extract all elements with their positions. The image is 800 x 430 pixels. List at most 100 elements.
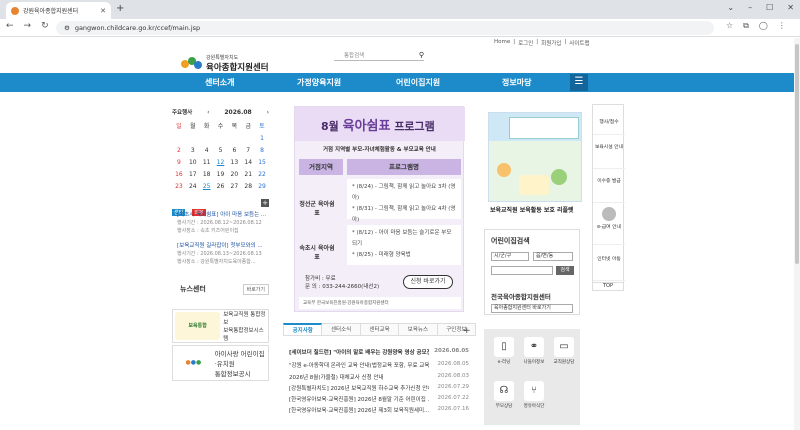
tab-center-news[interactable]: 센터소식	[322, 323, 361, 336]
calendar-day[interactable]: 24	[186, 183, 200, 190]
nav-daycare[interactable]: 어린이집지원	[396, 77, 440, 88]
calendar-day[interactable]: 20	[227, 171, 241, 178]
banner-childcare-system[interactable]: 보육통합 보육교직원 통합정보 보육통합정보시스템	[172, 309, 269, 343]
util-home[interactable]: Home	[494, 39, 510, 47]
calendar-day[interactable]: 17	[186, 171, 200, 178]
address-bar[interactable]: ⚙ gangwon.childcare.go.kr/ccef/main.jsp	[56, 21, 714, 35]
calendar-day[interactable]: 7	[241, 147, 255, 154]
board-item[interactable]: [세이브더 칠드런] "아이의 말로 배우는 강원양육 영상 공모전... 202…	[289, 348, 469, 356]
nav-info[interactable]: 정보마당	[502, 77, 531, 88]
all-menu-icon[interactable]: ☰	[570, 74, 588, 91]
event-item[interactable]: [속초시 육아쉼표] 아이 마음 보듬는 ... 행사기간 : 2026.08.…	[177, 211, 271, 235]
side-pay[interactable]: e-급여 안내	[593, 223, 625, 245]
town-select[interactable]: 읍/면/동	[533, 252, 573, 261]
side-internet[interactable]: 인터넷 아동	[593, 251, 625, 281]
quick-parent-counsel[interactable]: ☊ 부모상담	[492, 381, 516, 409]
browser-tab[interactable]: 강원육아종합지원센터 ✕	[6, 2, 111, 19]
util-sitemap[interactable]: 사이트맵	[569, 39, 589, 47]
extensions-icon[interactable]: ⧉	[743, 21, 749, 31]
side-event[interactable]: 행사/접수	[593, 111, 625, 135]
center-select[interactable]: 육아종합지원센터 바로가기	[491, 304, 573, 313]
calendar-day[interactable]: 29	[255, 183, 269, 190]
news-more-button[interactable]: 바로가기	[242, 284, 269, 295]
chevron-down-icon[interactable]: ⌄	[727, 3, 734, 12]
side-facility[interactable]: 보육시설 안내	[593, 139, 625, 169]
menu-kebab-icon[interactable]: ⋮	[778, 21, 786, 31]
calendar-day[interactable]: 27	[227, 183, 241, 190]
col-program-header: 프로그램명	[347, 159, 461, 175]
banner-isarang[interactable]: ●●● 아이사랑 어린이집·유치원 통합정보공시	[172, 345, 269, 381]
quick-staff-counsel[interactable]: ▭ 교직원상담	[552, 337, 576, 365]
minimize-icon[interactable]: –	[748, 3, 752, 12]
board-more-icon[interactable]: +	[463, 326, 471, 336]
calendar-day[interactable]: 19	[214, 171, 228, 178]
bookmark-star-icon[interactable]: ☆	[726, 21, 733, 31]
close-tab-icon[interactable]: ✕	[100, 7, 106, 15]
quick-meal[interactable]: ⑂ 영유아식단	[522, 381, 546, 409]
calendar-day[interactable]: 16	[172, 171, 186, 178]
tab-notice[interactable]: 공지사항	[283, 323, 323, 336]
forward-icon[interactable]: →	[24, 21, 32, 31]
new-tab-icon[interactable]: +	[116, 3, 124, 14]
close-window-icon[interactable]: ✕	[787, 3, 794, 12]
calendar-day[interactable]: 15	[255, 159, 269, 166]
tab-childcare-news[interactable]: 보육뉴스	[399, 323, 438, 336]
calendar-day[interactable]: 21	[241, 171, 255, 178]
calendar-day[interactable]: 8	[255, 147, 269, 154]
calendar-day[interactable]: 1	[255, 135, 269, 142]
side-certificate[interactable]: 이수증 발급	[593, 173, 625, 203]
prev-month-icon[interactable]: ‹	[207, 109, 209, 116]
calendar-day[interactable]: 3	[186, 147, 200, 154]
calendar-day[interactable]: 13	[227, 159, 241, 166]
calendar-day[interactable]: 22	[255, 171, 269, 178]
board-item[interactable]: "강원 e-아동학대 온라인 교육 안내(법정교육 포함, 무료 교육) 2026…	[289, 361, 469, 369]
calendar-day[interactable]: 10	[186, 159, 200, 166]
site-info-icon[interactable]: ⚙	[64, 24, 70, 32]
calendar-day[interactable]: 6	[227, 147, 241, 154]
top-button[interactable]: TOP	[592, 282, 624, 291]
scrollbar-thumb[interactable]	[795, 44, 799, 264]
quick-outing[interactable]: ⚭ 나들이정보	[522, 337, 546, 365]
nav-home-care[interactable]: 가정양육지원	[297, 77, 341, 88]
daycare-search-title: 어린이집검색	[491, 237, 530, 245]
tab-center-edu[interactable]: 센터교육	[360, 323, 400, 336]
leaflet-banner-image[interactable]	[488, 112, 582, 202]
calendar-day[interactable]: 2	[172, 147, 186, 154]
daycare-name-input[interactable]	[491, 266, 553, 275]
calendar-day[interactable]: 5	[214, 147, 228, 154]
calendar-day[interactable]: 28	[241, 183, 255, 190]
calendar-day[interactable]: 9	[172, 159, 186, 166]
back-icon[interactable]: ←	[6, 21, 14, 31]
program-poster[interactable]: 8월 육아쉼표 프로그램 거점 지역별 부모-자녀체험활동 & 부모교육 안내 …	[294, 106, 465, 312]
district-select[interactable]: 시/군/구	[491, 252, 529, 261]
maximize-icon[interactable]: ☐	[766, 3, 773, 12]
quick-elearning[interactable]: ▯ e-러닝	[492, 337, 516, 365]
event-item[interactable]: [보육교직원 길라잡이] 첫부모와의 ... 행사기간 : 2026.08.13…	[177, 242, 271, 266]
search-icon[interactable]: ⚲	[419, 51, 424, 59]
calendar-day[interactable]: 23	[172, 183, 186, 190]
profile-icon[interactable]: ◯	[759, 21, 768, 31]
calendar-day[interactable]: 11	[200, 159, 214, 166]
leaflet-caption[interactable]: 보육교직원 보육활동 보호 리플렛	[490, 205, 574, 214]
board-item[interactable]: 2026년 8월(가을철) 대체교사 신청 안내 2026.08.03	[289, 373, 469, 381]
search-input[interactable]: 통합검색 ⚲	[334, 50, 424, 61]
banner-text: 아이사랑 어린이집·유치원 통합정보공시	[214, 350, 265, 378]
calendar-day[interactable]: 12	[214, 159, 228, 166]
board-item[interactable]: [한국영유아보육·교육진흥원] 2026년 제3회 보육직원세미... 2026.…	[289, 406, 469, 414]
calendar-day[interactable]: 4	[200, 147, 214, 154]
board-item[interactable]: [한국영유아보육·교육진흥원] 2026년 8월말 기준 어린이집 ... 202…	[289, 395, 469, 403]
add-icon[interactable]: +	[261, 199, 269, 207]
util-join[interactable]: 회원가입	[541, 39, 561, 47]
next-month-icon[interactable]: ›	[267, 109, 269, 116]
calendar-day[interactable]: 25	[200, 183, 214, 190]
calendar-day[interactable]: 26	[214, 183, 228, 190]
site-logo[interactable]: 강원특별자치도 육아종합지원센터	[181, 54, 269, 73]
board-item[interactable]: [강원특별자치도] 2026년 보육교직원 하수교육 추가신청 안내 ... 20…	[289, 384, 469, 392]
reload-icon[interactable]: ↻	[41, 21, 49, 31]
daycare-search-button[interactable]: 검색	[556, 266, 574, 275]
apply-button[interactable]: 신청 바로가기	[403, 275, 453, 289]
util-login[interactable]: 로그인	[518, 39, 533, 47]
nav-center-intro[interactable]: 센터소개	[205, 77, 234, 88]
calendar-day[interactable]: 18	[200, 171, 214, 178]
calendar-day[interactable]: 14	[241, 159, 255, 166]
